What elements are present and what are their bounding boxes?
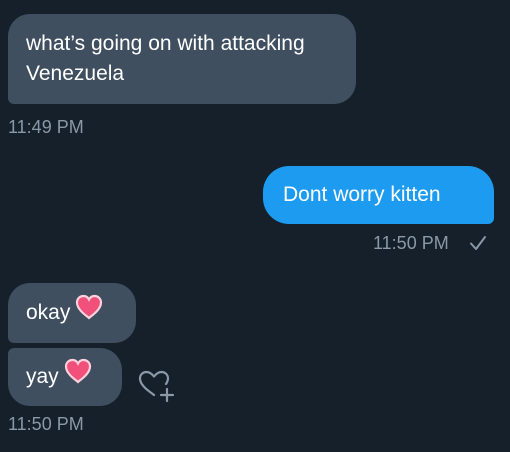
- message-text: yay: [26, 365, 59, 389]
- message-text: Dont worry kitten: [283, 183, 441, 206]
- add-reaction-heart-icon: [133, 370, 177, 410]
- pink-heart-emoji: [75, 294, 103, 329]
- message-text: what’s going on with attacking Venezuela: [26, 32, 305, 85]
- message-timestamp: 11:50 PM: [373, 233, 449, 253]
- message-timestamp: 11:50 PM: [8, 414, 84, 434]
- message-timestamp: 11:49 PM: [8, 117, 84, 137]
- message-bubble-incoming[interactable]: yay: [8, 348, 122, 406]
- pink-heart-emoji: [64, 358, 92, 393]
- message-text: okay: [26, 301, 71, 325]
- message-bubble-incoming[interactable]: okay: [8, 283, 136, 343]
- message-bubble-outgoing[interactable]: Dont worry kitten: [263, 166, 494, 224]
- add-reaction-button[interactable]: [133, 366, 177, 406]
- message-bubble-incoming[interactable]: what’s going on with attacking Venezuela: [8, 14, 356, 104]
- sent-check-icon: [468, 234, 488, 257]
